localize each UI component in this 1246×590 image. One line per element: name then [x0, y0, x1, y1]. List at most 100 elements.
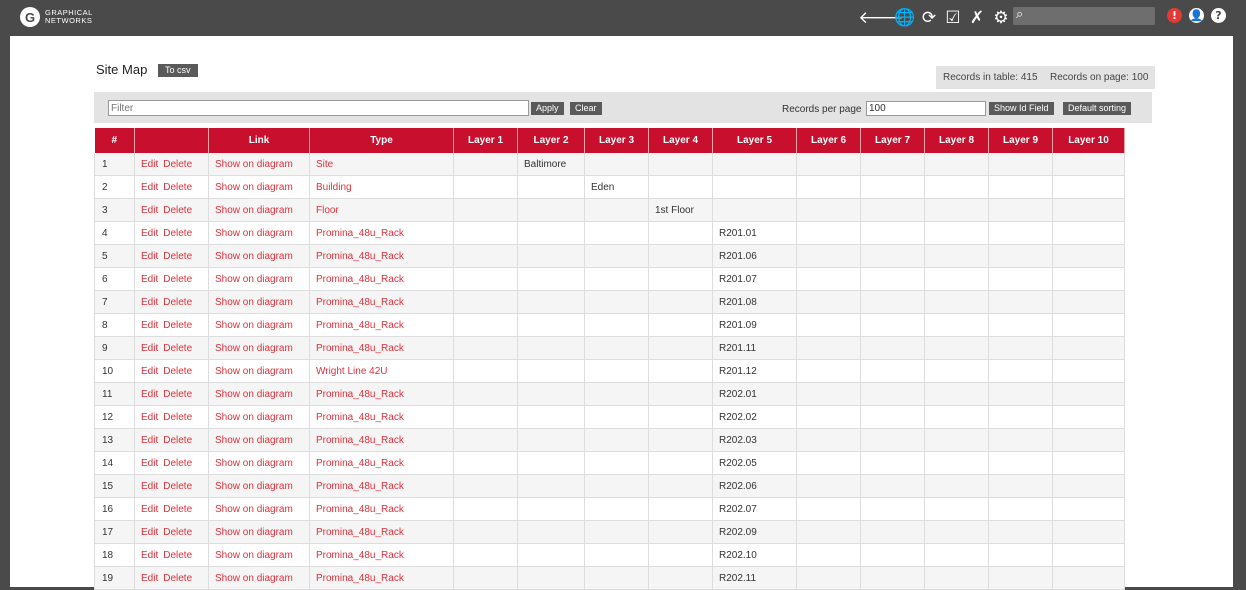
type-link[interactable]: Promina_48u_Rack [316, 251, 404, 262]
tools-icon[interactable]: ✗ [966, 7, 988, 29]
global-search-box[interactable]: ⌕ [1013, 7, 1155, 25]
filter-input[interactable] [108, 100, 529, 116]
edit-link[interactable]: Edit [141, 228, 158, 239]
show-on-diagram-link[interactable]: Show on diagram [215, 389, 293, 400]
delete-link[interactable]: Delete [163, 573, 192, 584]
graphical-networks-logo[interactable]: G GRAPHICAL NETWORKS [20, 7, 93, 27]
delete-link[interactable]: Delete [163, 159, 192, 170]
edit-link[interactable]: Edit [141, 389, 158, 400]
edit-link[interactable]: Edit [141, 343, 158, 354]
type-link[interactable]: Promina_48u_Rack [316, 573, 404, 584]
column-header[interactable]: Layer 3 [584, 128, 649, 153]
show-on-diagram-link[interactable]: Show on diagram [215, 205, 293, 216]
column-header[interactable]: Layer 1 [453, 128, 518, 153]
column-header[interactable]: Type [309, 128, 454, 153]
edit-link[interactable]: Edit [141, 550, 158, 561]
show-on-diagram-link[interactable]: Show on diagram [215, 366, 293, 377]
delete-link[interactable]: Delete [163, 481, 192, 492]
edit-link[interactable]: Edit [141, 182, 158, 193]
edit-link[interactable]: Edit [141, 573, 158, 584]
records-per-page-input[interactable] [866, 101, 986, 116]
type-link[interactable]: Promina_48u_Rack [316, 481, 404, 492]
delete-link[interactable]: Delete [163, 251, 192, 262]
column-header[interactable]: Layer 6 [796, 128, 861, 153]
refresh-icon[interactable]: ⟳ [918, 7, 940, 29]
show-on-diagram-link[interactable]: Show on diagram [215, 320, 293, 331]
edit-link[interactable]: Edit [141, 504, 158, 515]
column-header[interactable]: Layer 8 [924, 128, 989, 153]
globe-icon[interactable]: 🌐 [894, 7, 916, 29]
column-header[interactable]: Layer 2 [517, 128, 585, 153]
delete-link[interactable]: Delete [163, 412, 192, 423]
delete-link[interactable]: Delete [163, 320, 192, 331]
delete-link[interactable]: Delete [163, 550, 192, 561]
show-on-diagram-link[interactable]: Show on diagram [215, 527, 293, 538]
delete-link[interactable]: Delete [163, 389, 192, 400]
checklist-icon[interactable]: ☑ [942, 7, 964, 29]
show-on-diagram-link[interactable]: Show on diagram [215, 297, 293, 308]
edit-link[interactable]: Edit [141, 159, 158, 170]
edit-link[interactable]: Edit [141, 458, 158, 469]
type-link[interactable]: Promina_48u_Rack [316, 228, 404, 239]
show-id-field-button[interactable]: Show Id Field [989, 102, 1054, 115]
type-link[interactable]: Promina_48u_Rack [316, 458, 404, 469]
edit-link[interactable]: Edit [141, 274, 158, 285]
show-on-diagram-link[interactable]: Show on diagram [215, 251, 293, 262]
global-search-input[interactable] [1031, 8, 1151, 22]
type-link[interactable]: Promina_48u_Rack [316, 297, 404, 308]
column-header[interactable]: Layer 7 [860, 128, 925, 153]
edit-link[interactable]: Edit [141, 527, 158, 538]
clear-button[interactable]: Clear [570, 102, 602, 115]
delete-link[interactable]: Delete [163, 504, 192, 515]
to-csv-button[interactable]: To csv [158, 64, 198, 77]
delete-link[interactable]: Delete [163, 435, 192, 446]
column-header[interactable]: Link [208, 128, 310, 153]
show-on-diagram-link[interactable]: Show on diagram [215, 274, 293, 285]
show-on-diagram-link[interactable]: Show on diagram [215, 412, 293, 423]
type-link[interactable]: Promina_48u_Rack [316, 550, 404, 561]
type-link[interactable]: Building [316, 182, 352, 193]
edit-link[interactable]: Edit [141, 297, 158, 308]
show-on-diagram-link[interactable]: Show on diagram [215, 435, 293, 446]
help-icon[interactable]: ? [1211, 8, 1226, 23]
delete-link[interactable]: Delete [163, 458, 192, 469]
type-link[interactable]: Promina_48u_Rack [316, 320, 404, 331]
delete-link[interactable]: Delete [163, 205, 192, 216]
back-arrow-icon[interactable]: 🡐 [858, 7, 904, 29]
edit-link[interactable]: Edit [141, 412, 158, 423]
column-header[interactable]: Layer 5 [712, 128, 797, 153]
delete-link[interactable]: Delete [163, 274, 192, 285]
show-on-diagram-link[interactable]: Show on diagram [215, 481, 293, 492]
column-header[interactable]: Layer 4 [648, 128, 713, 153]
column-header[interactable]: Layer 10 [1052, 128, 1125, 153]
type-link[interactable]: Promina_48u_Rack [316, 389, 404, 400]
settings-icon[interactable]: ⚙ [990, 7, 1012, 29]
type-link[interactable]: Promina_48u_Rack [316, 343, 404, 354]
type-link[interactable]: Promina_48u_Rack [316, 274, 404, 285]
default-sorting-button[interactable]: Default sorting [1063, 102, 1132, 115]
column-header[interactable]: Layer 9 [988, 128, 1053, 153]
edit-link[interactable]: Edit [141, 366, 158, 377]
alert-icon[interactable]: ! [1167, 8, 1182, 23]
show-on-diagram-link[interactable]: Show on diagram [215, 228, 293, 239]
show-on-diagram-link[interactable]: Show on diagram [215, 504, 293, 515]
show-on-diagram-link[interactable]: Show on diagram [215, 159, 293, 170]
type-link[interactable]: Promina_48u_Rack [316, 435, 404, 446]
type-link[interactable]: Promina_48u_Rack [316, 412, 404, 423]
edit-link[interactable]: Edit [141, 251, 158, 262]
delete-link[interactable]: Delete [163, 297, 192, 308]
type-link[interactable]: Wright Line 42U [316, 366, 388, 377]
edit-link[interactable]: Edit [141, 435, 158, 446]
delete-link[interactable]: Delete [163, 366, 192, 377]
type-link[interactable]: Promina_48u_Rack [316, 504, 404, 515]
type-link[interactable]: Site [316, 159, 333, 170]
user-icon[interactable]: 👤 [1189, 8, 1204, 23]
show-on-diagram-link[interactable]: Show on diagram [215, 458, 293, 469]
show-on-diagram-link[interactable]: Show on diagram [215, 573, 293, 584]
show-on-diagram-link[interactable]: Show on diagram [215, 182, 293, 193]
delete-link[interactable]: Delete [163, 228, 192, 239]
edit-link[interactable]: Edit [141, 205, 158, 216]
apply-button[interactable]: Apply [531, 102, 564, 115]
type-link[interactable]: Promina_48u_Rack [316, 527, 404, 538]
show-on-diagram-link[interactable]: Show on diagram [215, 550, 293, 561]
